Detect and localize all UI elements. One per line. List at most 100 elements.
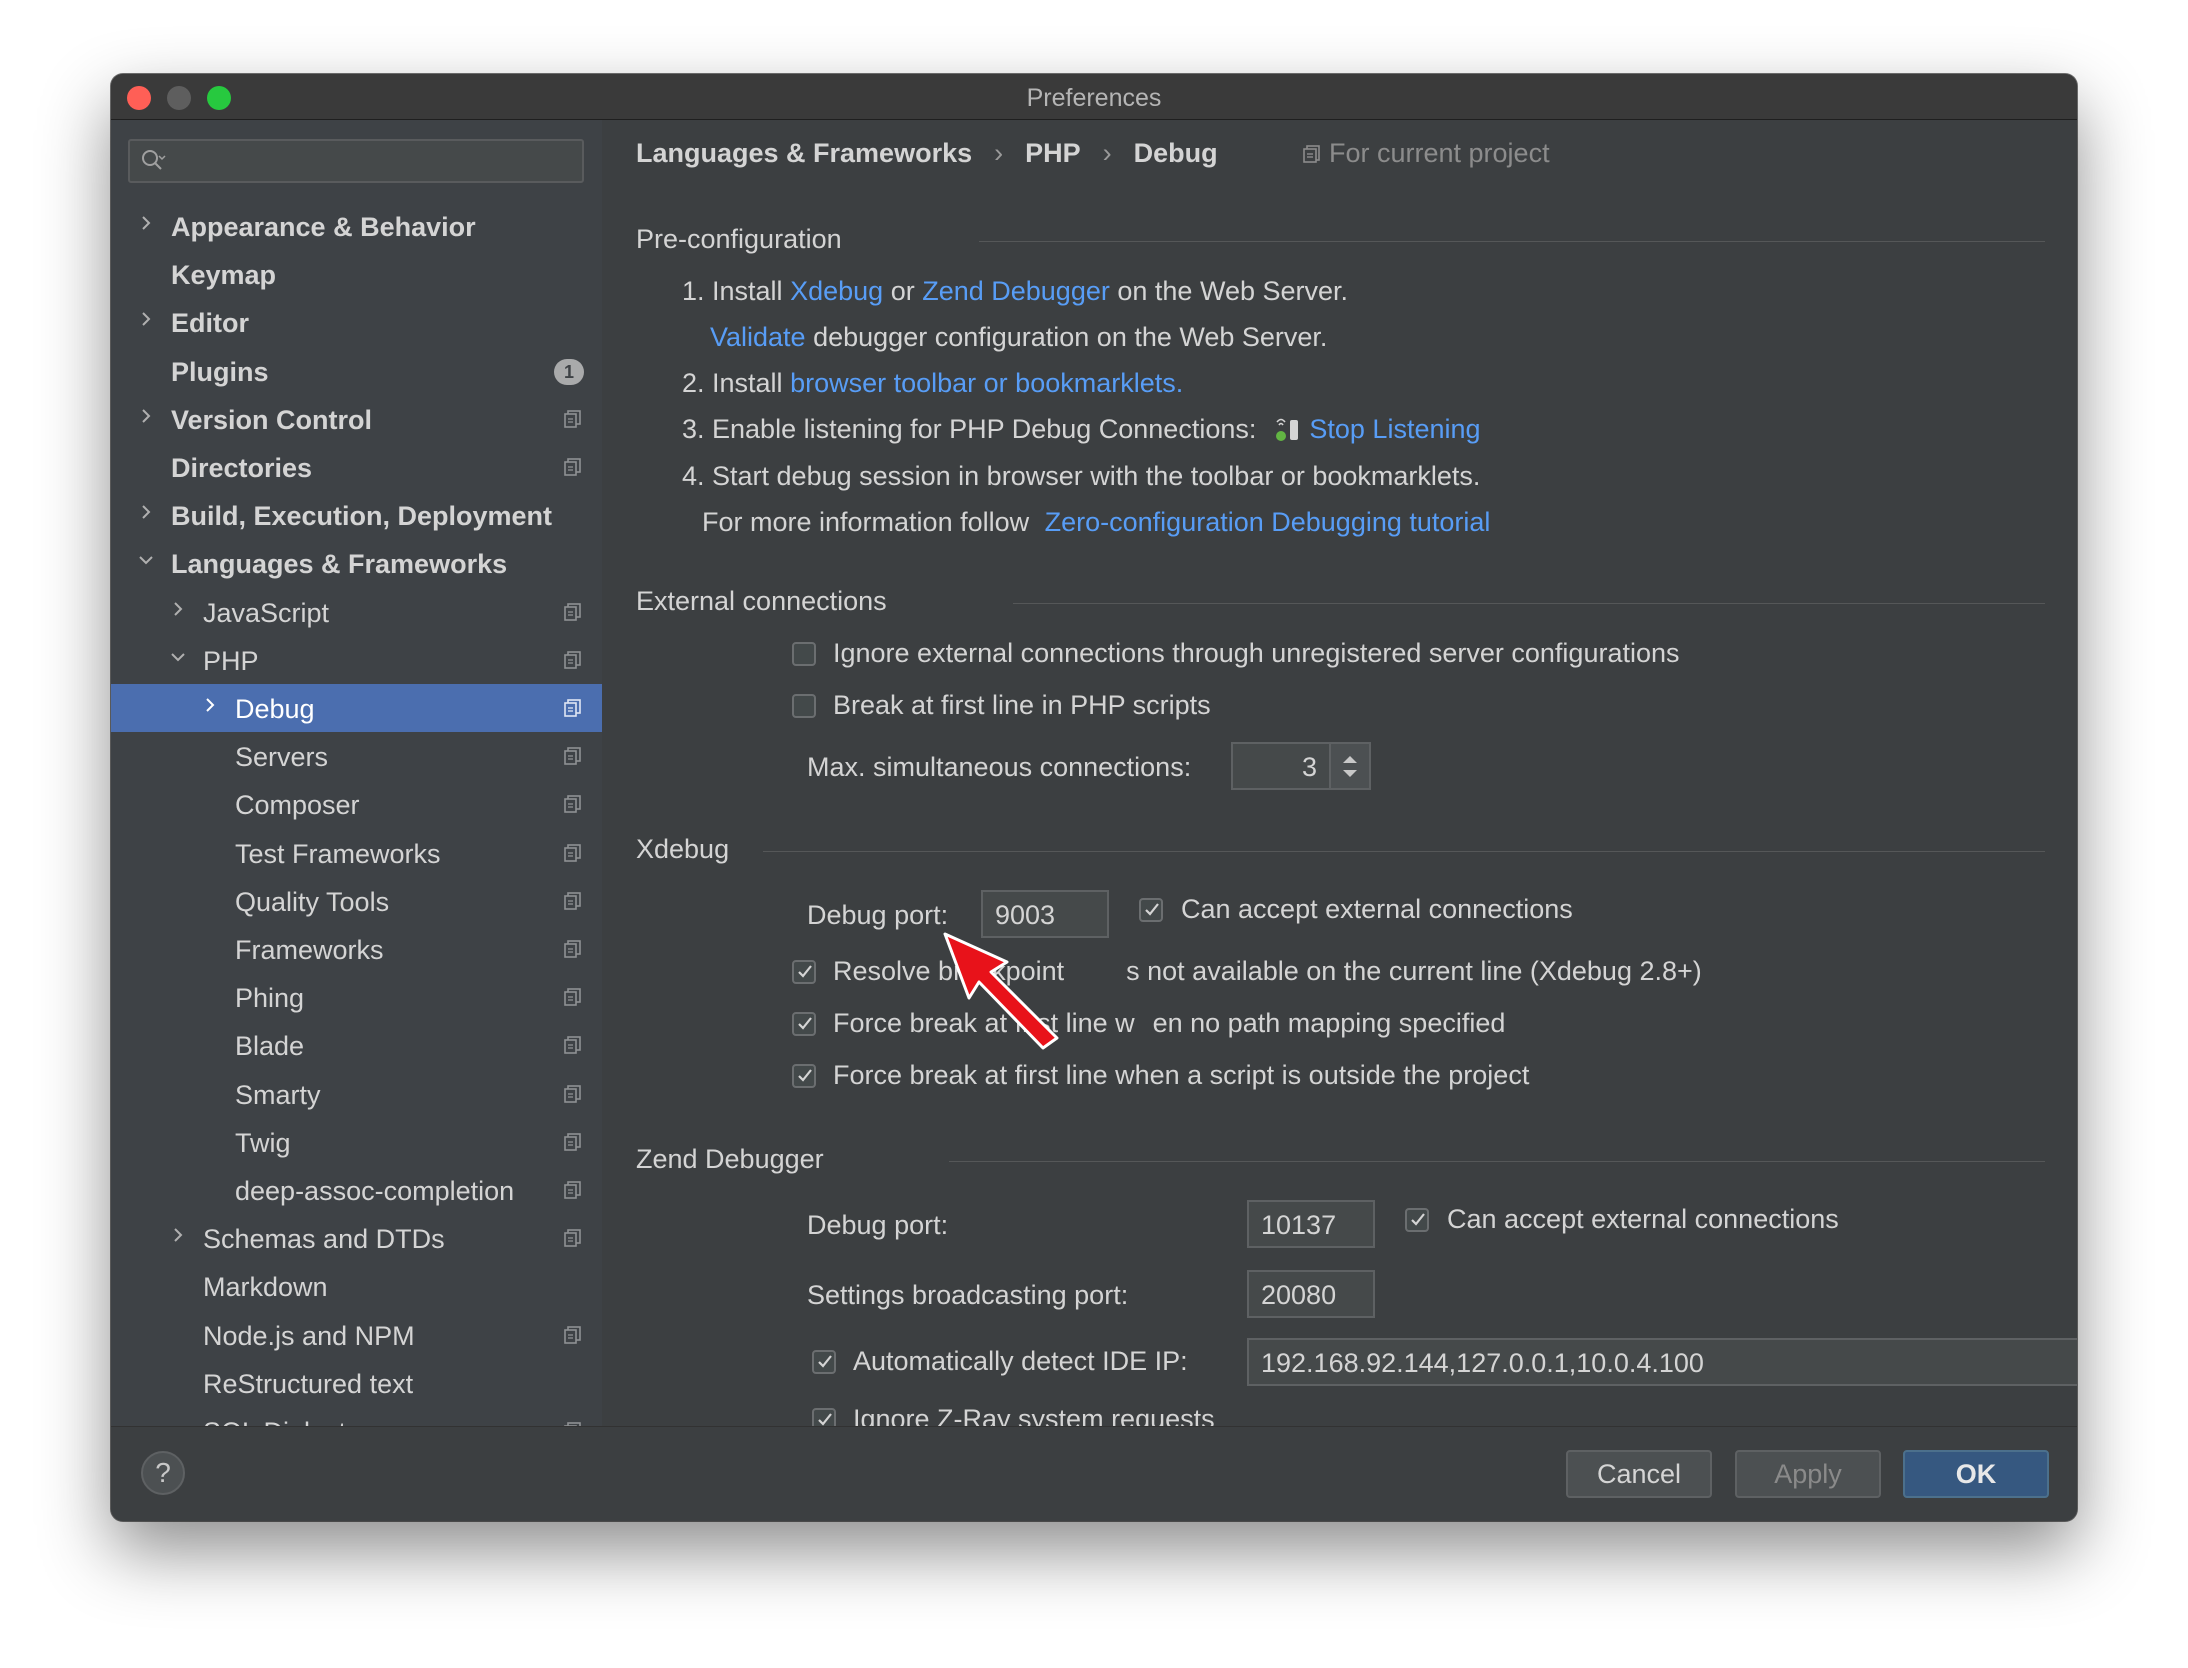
tutorial-link[interactable]: Zero-configuration Debugging tutorial: [1045, 507, 1491, 537]
sidebar-item-editor[interactable]: Editor: [111, 298, 602, 346]
settings-sidebar: Appearance & Behavior Keymap Editor Plugins…: [111, 120, 602, 1426]
browser-toolbar-link[interactable]: browser toolbar or bookmarklets.: [790, 368, 1183, 398]
preconfig-section-title: Pre-configuration: [636, 224, 842, 254]
zend-port-input[interactable]: 10137: [1247, 1200, 1375, 1248]
check-icon: [798, 1017, 812, 1030]
help-button[interactable]: ?: [141, 1451, 185, 1495]
sidebar-item-label: Schemas and DTDs: [203, 1224, 445, 1255]
stepper-arrows-icon: [1343, 756, 1357, 777]
sidebar-item-plugins[interactable]: Plugins 1: [111, 347, 602, 395]
preconfig-step-1: 1. Install Xdebug or Zend Debugger on th…: [682, 276, 1348, 307]
force-break-outside-project-checkbox[interactable]: [792, 1064, 816, 1088]
sidebar-item-phing[interactable]: Phing: [111, 973, 602, 1021]
sidebar-item-test-frameworks[interactable]: Test Frameworks: [111, 829, 602, 877]
break-first-line-label: Break at first line in PHP scripts: [833, 690, 1211, 720]
force1-label-part-b: en no path mapping specified: [1152, 1008, 1506, 1038]
sidebar-item-label: PHP: [203, 645, 259, 676]
broadcast-port-input[interactable]: 20080: [1247, 1270, 1375, 1318]
sidebar-item-servers[interactable]: Servers: [111, 732, 602, 780]
sidebar-item-javascript[interactable]: JavaScript: [111, 588, 602, 636]
sidebar-item-restructured-text[interactable]: ReStructured text: [111, 1359, 602, 1407]
sidebar-item-quality-tools[interactable]: Quality Tools: [111, 877, 602, 925]
apply-button[interactable]: Apply: [1735, 1450, 1881, 1498]
max-connections-stepper[interactable]: [1329, 742, 1371, 790]
window-title: Preferences: [1026, 84, 1162, 112]
chevron-right-icon[interactable]: [135, 212, 157, 234]
sidebar-item-label: Plugins: [171, 356, 269, 387]
detect-ide-ip-checkbox[interactable]: [812, 1350, 836, 1374]
breadcrumb-item: PHP: [1025, 138, 1081, 168]
resolve-breakpoints-checkbox[interactable]: [792, 960, 816, 984]
ignore-external-label: Ignore external connections through unre…: [833, 638, 1680, 668]
xdebug-port-label: Debug port:: [807, 900, 949, 930]
chevron-down-icon[interactable]: [135, 549, 157, 571]
xdebug-link[interactable]: Xdebug: [790, 276, 883, 306]
annotation-arrow-icon: [943, 932, 1059, 1050]
sidebar-item-node-js-and-npm[interactable]: Node.js and NPM: [111, 1311, 602, 1359]
or-text: or: [890, 276, 915, 306]
chevron-right-icon[interactable]: [135, 308, 157, 330]
section-divider: [763, 851, 2045, 852]
sidebar-item-build-execution-deployment[interactable]: Build, Execution, Deployment: [111, 491, 602, 539]
ok-button[interactable]: OK: [1903, 1450, 2049, 1498]
sidebar-item-frameworks[interactable]: Frameworks: [111, 925, 602, 973]
project-level-icon: [564, 1132, 581, 1151]
xdebug-section-title: Xdebug: [636, 834, 730, 864]
break-first-line-checkbox[interactable]: [792, 694, 816, 718]
section-divider: [949, 1161, 2045, 1162]
sidebar-item-version-control[interactable]: Version Control: [111, 395, 602, 443]
chevron-right-icon[interactable]: [135, 501, 157, 523]
sidebar-item-blade[interactable]: Blade: [111, 1021, 602, 1069]
ignore-zray-checkbox[interactable]: [812, 1408, 836, 1426]
project-level-icon: [564, 458, 581, 476]
sidebar-item-twig[interactable]: Twig: [111, 1118, 602, 1166]
scope-text: For current project: [1329, 138, 1550, 168]
check-icon: [798, 1069, 812, 1082]
chevron-right-icon[interactable]: [167, 598, 189, 620]
force-break-no-mapping-label: Force break at first line w en no path ma…: [833, 1008, 1505, 1039]
stop-listening-link[interactable]: Stop Listening: [1309, 414, 1480, 444]
sidebar-item-deep-assoc-completion[interactable]: deep-assoc-completion: [111, 1166, 602, 1214]
sidebar-item-smarty[interactable]: Smarty: [111, 1070, 602, 1118]
sidebar-item-markdown[interactable]: Markdown: [111, 1262, 602, 1310]
xdebug-accept-external-label: Can accept external connections: [1181, 894, 1573, 924]
sidebar-item-label: Debug: [235, 694, 315, 724]
force-break-outside-project-label: Force break at first line when a script …: [833, 1060, 1530, 1090]
sidebar-item-debug[interactable]: Debug: [111, 684, 602, 732]
max-connections-input[interactable]: 3: [1231, 742, 1331, 790]
listening-phone-icon[interactable]: [1274, 414, 1302, 444]
section-divider: [979, 241, 2045, 242]
title-bar: Preferences: [111, 74, 2077, 120]
sidebar-item-label: JavaScript: [203, 597, 330, 628]
ignore-external-checkbox[interactable]: [792, 642, 816, 666]
search-icon: [142, 150, 166, 170]
ide-ip-input[interactable]: 192.168.92.144,127.0.0.1,10.0.4.100: [1247, 1338, 2077, 1386]
check-icon: [818, 1355, 832, 1368]
settings-search-input[interactable]: [128, 139, 584, 183]
chevron-down-icon[interactable]: [167, 646, 189, 668]
chevron-right-icon[interactable]: [167, 1224, 189, 1246]
sidebar-item-sql-dialects[interactable]: SQL Dialects: [111, 1407, 602, 1426]
validate-link[interactable]: Validate: [710, 322, 806, 352]
xdebug-accept-external-checkbox[interactable]: [1139, 898, 1163, 922]
preconfig-validate: Validate debugger configuration on the W…: [710, 322, 1327, 353]
zend-accept-external-checkbox[interactable]: [1405, 1208, 1429, 1232]
chevron-right-icon[interactable]: [199, 694, 221, 716]
zend-debugger-link[interactable]: Zend Debugger: [922, 276, 1110, 306]
sidebar-item-keymap[interactable]: Keymap: [111, 250, 602, 298]
sidebar-item-php[interactable]: PHP: [111, 636, 602, 684]
sidebar-item-appearance-behavior[interactable]: Appearance & Behavior: [111, 202, 602, 250]
sidebar-item-label: Smarty: [235, 1079, 321, 1110]
project-scope-label: For current project: [1303, 138, 1550, 169]
chevron-right-icon[interactable]: [135, 405, 157, 427]
force-break-no-mapping-checkbox[interactable]: [792, 1012, 816, 1036]
sidebar-item-directories[interactable]: Directories: [111, 443, 602, 491]
sidebar-item-languages-frameworks[interactable]: Languages & Frameworks: [111, 539, 602, 587]
broadcast-port-label: Settings broadcasting port:: [807, 1280, 1129, 1310]
sidebar-item-schemas-and-dtds[interactable]: Schemas and DTDs: [111, 1214, 602, 1262]
check-icon: [818, 1413, 832, 1426]
cancel-button[interactable]: Cancel: [1566, 1450, 1712, 1498]
plugins-update-badge: 1: [554, 358, 584, 385]
sidebar-item-composer[interactable]: Composer: [111, 780, 602, 828]
breadcrumb-item: Debug: [1133, 138, 1218, 168]
